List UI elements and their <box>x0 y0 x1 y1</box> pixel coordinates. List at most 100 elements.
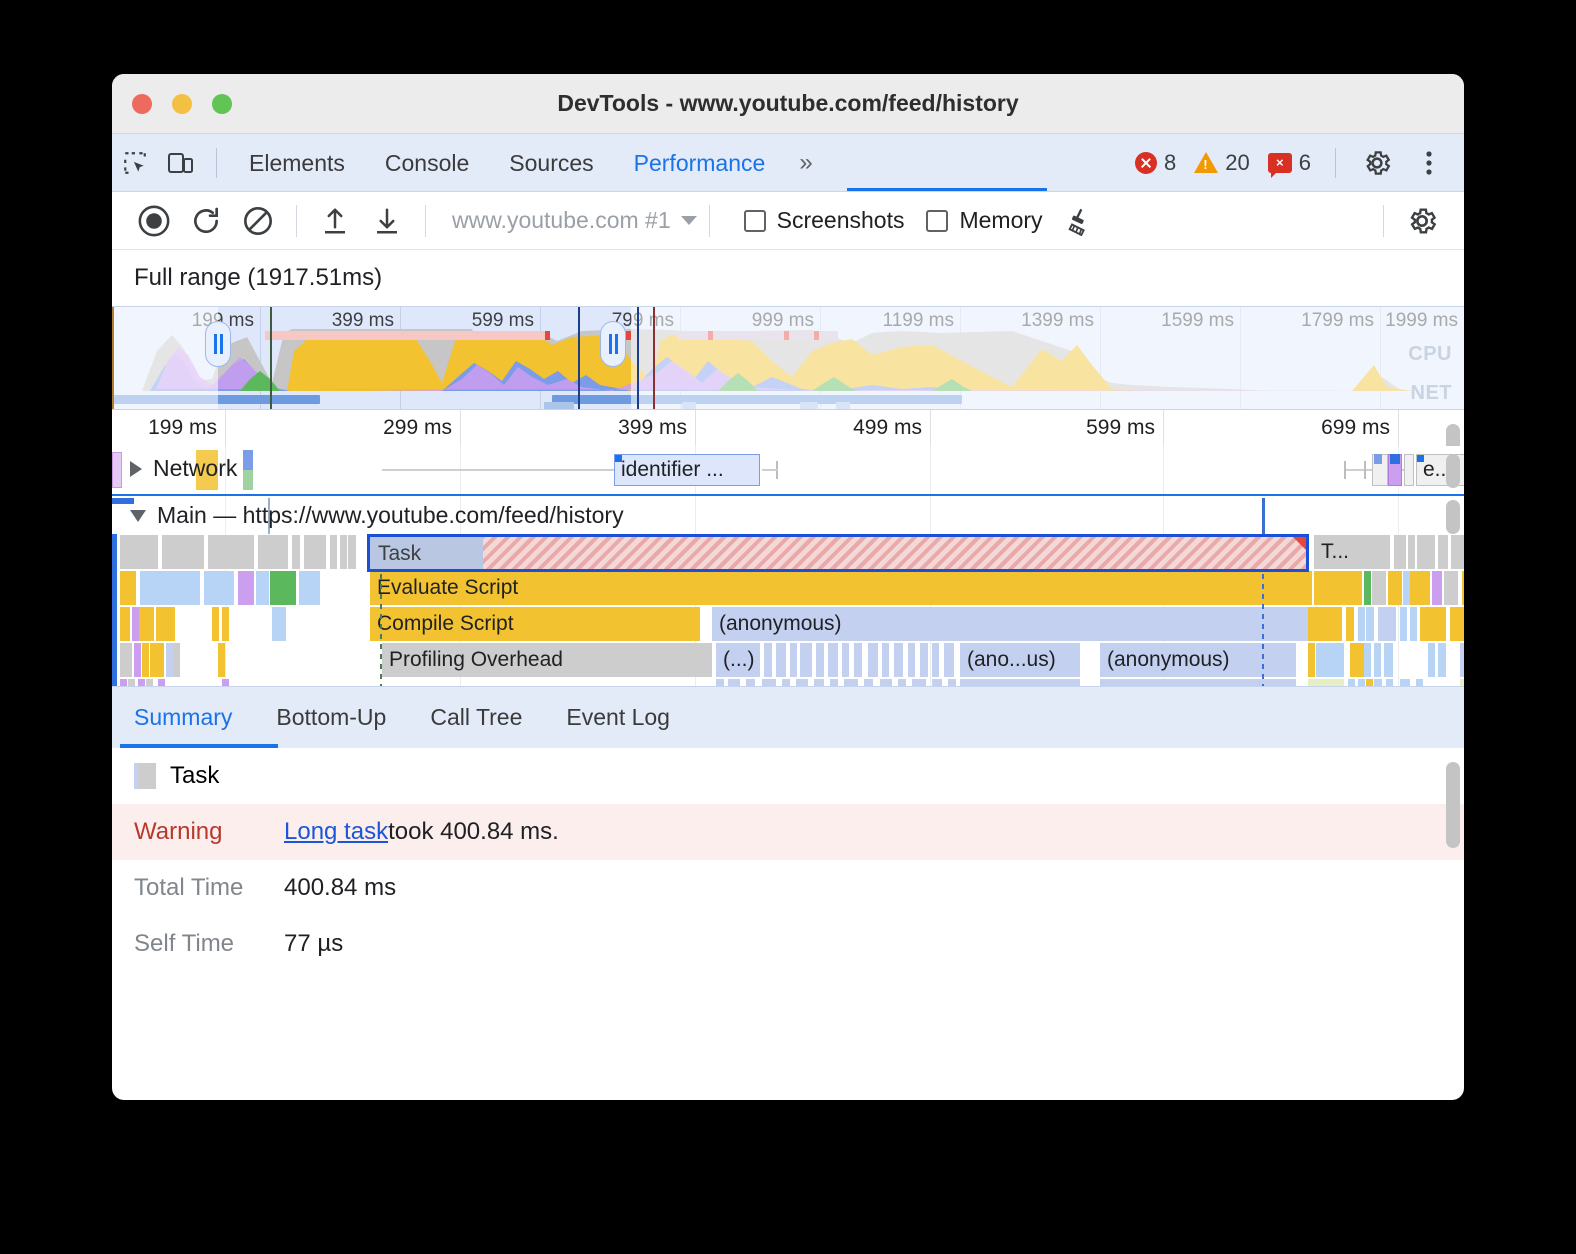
function-bar[interactable]: F...k <box>1462 571 1464 605</box>
detail-tick-label: 199 ms <box>148 416 225 440</box>
tab-elements[interactable]: Elements <box>229 134 365 192</box>
detail-tick-label: 699 ms <box>1321 416 1398 440</box>
selected-task-bar[interactable]: Task <box>367 534 1309 572</box>
flame-chart[interactable]: Task T... T...k <box>112 534 1464 686</box>
summary-event-name: Task <box>170 762 219 790</box>
error-icon <box>1135 152 1157 174</box>
toolbar-divider <box>425 205 426 237</box>
self-time-label: Self Time <box>134 930 284 958</box>
total-time-label: Total Time <box>134 874 284 902</box>
summary-total-time-row: Total Time 400.84 ms <box>112 860 1464 916</box>
gear-icon[interactable] <box>1354 144 1400 182</box>
flame-row[interactable]: Task T... T...k <box>112 534 1464 570</box>
summary-self-time-row: Self Time 77 µs <box>112 916 1464 972</box>
status-badge-errors[interactable]: 8 <box>1129 150 1182 176</box>
selected-task-label: Task <box>378 542 421 565</box>
upload-arrow-icon[interactable] <box>309 199 361 243</box>
tab-sources[interactable]: Sources <box>489 134 613 192</box>
checkbox-box <box>744 210 766 232</box>
overview-dim-left <box>112 307 218 409</box>
marker-line <box>637 307 639 409</box>
toolbar-divider <box>709 205 710 237</box>
evaluate-script-bar[interactable]: Evaluate Script <box>370 571 1312 605</box>
tab-summary[interactable]: Summary <box>112 686 254 748</box>
broom-icon[interactable] <box>1053 199 1105 243</box>
network-scrollbar-thumb[interactable] <box>1446 454 1460 488</box>
capture-settings-gear-icon[interactable] <box>1396 199 1448 243</box>
event-color-swatch <box>134 763 156 789</box>
status-badge-issues[interactable]: × 6 <box>1262 150 1317 176</box>
reload-icon[interactable] <box>180 199 232 243</box>
profiling-overhead-bar[interactable]: Profiling Overhead <box>382 643 712 677</box>
record-circle-icon[interactable] <box>128 199 180 243</box>
toolbar-divider <box>1383 205 1384 237</box>
network-request-selected[interactable]: identifier ... <box>614 454 760 486</box>
network-track[interactable]: Network identifier ... e... <box>112 446 1464 494</box>
device-toolbar-icon[interactable] <box>158 144 204 182</box>
main-scrollbar-thumb[interactable] <box>1446 500 1460 534</box>
marker-line <box>653 307 655 409</box>
kebab-menu-icon[interactable] <box>1406 144 1452 182</box>
memory-checkbox[interactable]: Memory <box>926 207 1042 234</box>
compile-script-bar[interactable]: Compile Script <box>370 607 700 641</box>
ellipsis-bar[interactable]: (...) <box>716 643 760 677</box>
maximize-window-button[interactable] <box>212 94 232 114</box>
long-task-hatch <box>483 537 1306 569</box>
anonymous-bar[interactable]: (anonymous) <box>712 607 1312 641</box>
profile-select-value: www.youtube.com #1 <box>452 207 671 234</box>
tab-call-tree[interactable]: Call Tree <box>408 686 544 748</box>
long-task-marker <box>545 331 550 340</box>
task-bar[interactable]: T... <box>1314 535 1390 569</box>
screenshots-checkbox[interactable]: Screenshots <box>744 207 905 234</box>
main-track-title[interactable]: Main — https://www.youtube.com/feed/hist… <box>130 502 624 529</box>
issue-count: 6 <box>1299 150 1311 176</box>
overview-right-handle[interactable] <box>600 321 626 367</box>
minimize-window-button[interactable] <box>172 94 192 114</box>
download-arrow-icon[interactable] <box>361 199 413 243</box>
overview-left-handle[interactable] <box>205 321 231 367</box>
more-tabs-icon[interactable]: » <box>785 149 823 177</box>
total-time-value: 400.84 ms <box>284 874 396 902</box>
tab-performance[interactable]: Performance <box>614 134 786 192</box>
summary-event-row: Task <box>112 748 1464 804</box>
status-badge-warnings[interactable]: 20 <box>1188 150 1255 176</box>
error-count: 8 <box>1164 150 1176 176</box>
anonymous-bar[interactable]: (ano...us) <box>960 643 1080 677</box>
memory-label: Memory <box>959 207 1042 234</box>
main-track-label: Main — https://www.youtube.com/feed/hist… <box>157 502 624 529</box>
function-bar[interactable]: V <box>960 679 1080 686</box>
long-task-strip <box>265 331 545 340</box>
triangle-right-icon <box>130 461 142 477</box>
detail-tick-label: 399 ms <box>618 416 695 440</box>
timeline-tracks[interactable]: Network identifier ... e... <box>112 446 1464 686</box>
tab-event-log[interactable]: Event Log <box>544 686 692 748</box>
checkbox-box <box>926 210 948 232</box>
self-time-value: 77 µs <box>284 930 343 958</box>
devtools-window: DevTools - www.youtube.com/feed/history … <box>112 74 1464 1100</box>
network-track-title[interactable]: Network <box>130 455 237 482</box>
inspect-element-icon[interactable] <box>112 144 158 182</box>
status-badges: 8 20 × 6 <box>1129 144 1464 182</box>
chevron-down-icon <box>681 216 697 225</box>
marker-line <box>270 307 272 409</box>
marker-line <box>112 307 114 409</box>
triangle-down-icon <box>130 510 146 522</box>
window-title-bar: DevTools - www.youtube.com/feed/history <box>112 74 1464 134</box>
clear-no-entry-icon[interactable] <box>232 199 284 243</box>
main-track-header[interactable]: Main — https://www.youtube.com/feed/hist… <box>112 494 1464 534</box>
tab-bottom-up[interactable]: Bottom-Up <box>254 686 408 748</box>
warning-icon <box>1194 152 1218 173</box>
summary-scrollbar-thumb[interactable] <box>1446 762 1460 848</box>
full-range-label: Full range (1917.51ms) <box>112 250 1464 306</box>
overview-dim-right <box>631 307 1464 409</box>
tab-console[interactable]: Console <box>365 134 489 192</box>
long-task-link[interactable]: Long task <box>284 818 388 846</box>
profile-select[interactable]: www.youtube.com #1 <box>452 207 697 234</box>
function-bar[interactable]: v <box>1100 679 1296 686</box>
timeline-overview[interactable]: CPU NET 199 ms 399 ms 599 ms 799 ms 999 … <box>112 306 1464 410</box>
anonymous-bar[interactable]: (anonymous) <box>1100 643 1296 677</box>
close-window-button[interactable] <box>132 94 152 114</box>
performance-record-toolbar: www.youtube.com #1 Screenshots Memory <box>112 192 1464 250</box>
warning-triangle-icon <box>1293 537 1306 550</box>
detail-tick-label: 599 ms <box>1086 416 1163 440</box>
